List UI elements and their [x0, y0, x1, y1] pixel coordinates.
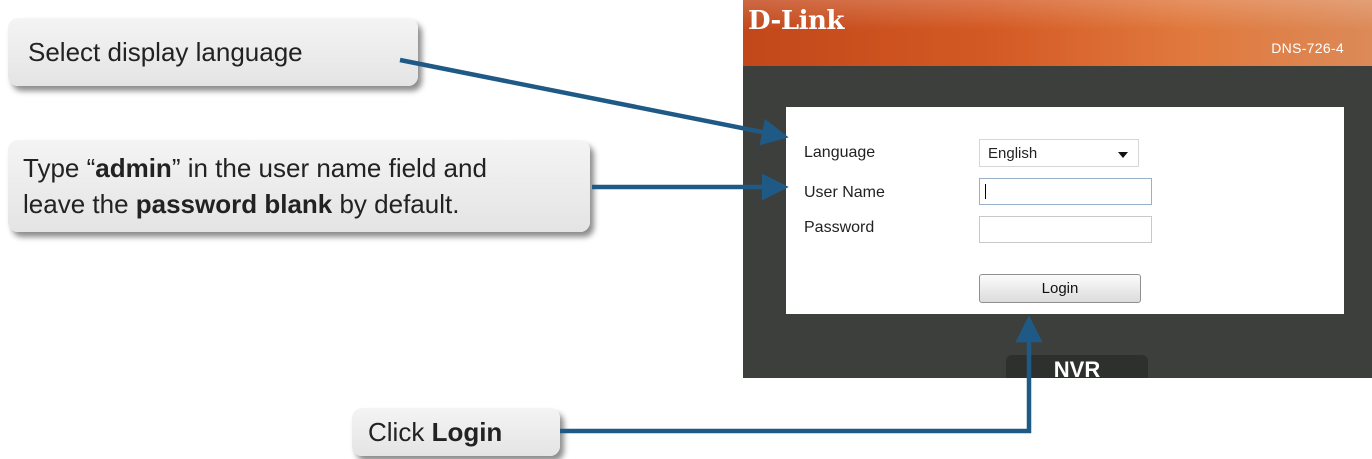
- annotation-arrows: [399, 57, 1043, 434]
- arrow-icon: [399, 57, 789, 146]
- arrow-icon: [560, 315, 1043, 434]
